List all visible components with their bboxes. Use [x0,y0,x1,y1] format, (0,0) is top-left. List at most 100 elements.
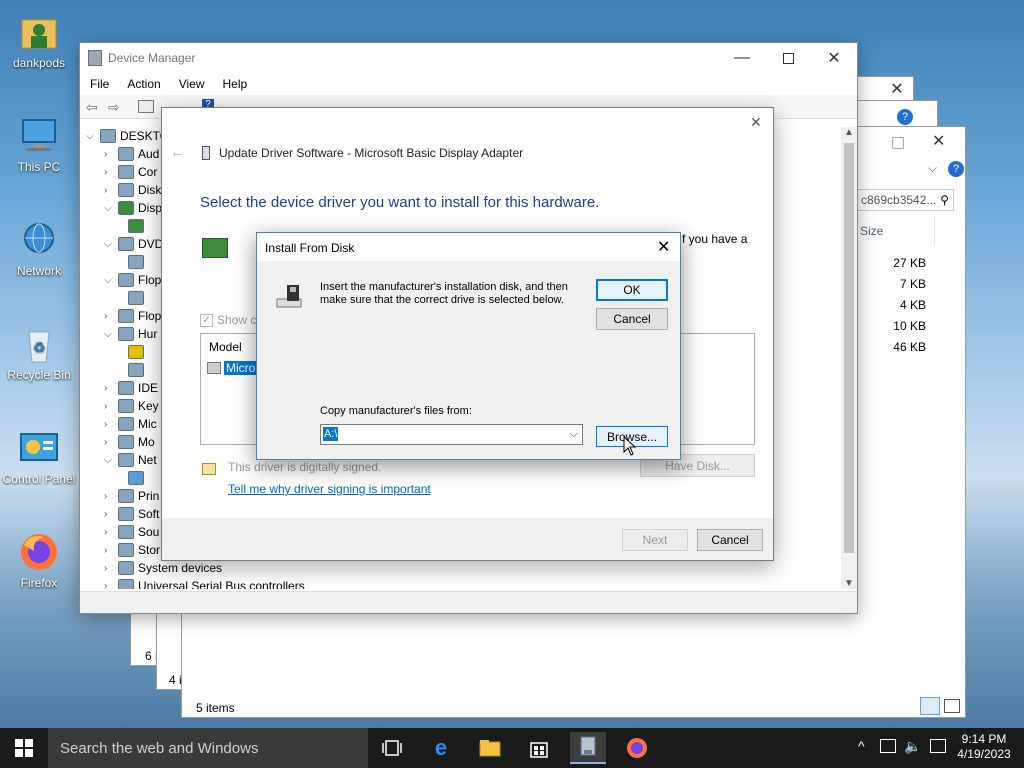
cancel-button[interactable]: Cancel [697,529,763,551]
collapse-icon[interactable]: ⌵ [104,455,116,466]
scroll-down-icon[interactable]: ▼ [841,578,857,589]
expand-icon[interactable]: › [104,167,116,178]
desktop-icon-dankpods[interactable]: dankpods [0,10,78,70]
forward-arrow-icon[interactable]: ⇨ [108,99,120,116]
search-box[interactable]: c869cb3542... ⚲ [856,189,954,211]
expand-icon[interactable]: › [104,419,116,430]
network-tray-icon[interactable] [880,739,896,753]
tree-item-software[interactable]: › Soft [104,505,159,523]
desktop-icon-control-panel[interactable]: Control Panel [0,426,78,486]
tree-item-computer[interactable]: › Cor [104,163,157,181]
expand-icon[interactable]: › [104,401,116,412]
tree-item-audio[interactable]: › Aud [104,145,159,163]
expand-icon[interactable]: › [104,491,116,502]
model-item[interactable]: Micro [207,361,258,375]
title-bar[interactable]: Install From Disk ✕ [257,233,680,261]
start-button[interactable] [8,732,40,764]
menu-help[interactable]: Help [223,77,248,91]
model-header[interactable]: Model [209,340,242,354]
store-icon[interactable] [523,732,555,764]
expand-icon[interactable]: › [104,509,116,520]
properties-icon[interactable] [138,100,154,113]
install-from-disk-dialog[interactable]: Install From Disk ✕ Insert the manufactu… [256,232,681,460]
next-button[interactable]: Next [622,529,688,551]
vertical-scrollbar[interactable]: ▲ ▼ [841,127,857,589]
details-view-icon[interactable] [920,697,940,715]
expand-icon[interactable]: › [104,527,116,538]
driver-signing-link[interactable]: Tell me why driver signing is important [228,482,431,496]
file-explorer-icon[interactable] [474,732,506,764]
firefox-taskbar-icon[interactable] [621,732,653,764]
collapse-icon[interactable]: ⌵ [104,329,116,340]
tree-item-system-devices[interactable]: › System devices [104,559,222,577]
collapse-icon[interactable]: ⌵ [104,239,116,250]
path-combobox[interactable]: A:\ ⌵ [320,424,583,445]
action-center-icon[interactable] [930,739,946,753]
search-input[interactable]: c869cb3542... [861,193,936,207]
expand-icon[interactable]: › [104,149,116,160]
help-icon[interactable]: ? [948,161,964,177]
scrollbar-thumb[interactable] [844,143,854,553]
tree-item-mice[interactable]: › Mic [104,415,157,433]
tree-item-network-child[interactable] [126,469,148,487]
desktop-icon-firefox[interactable]: Firefox [0,530,78,590]
cancel-button[interactable]: Cancel [596,308,668,330]
desktop-icon-recycle-bin[interactable]: ♻ Recycle Bin [0,322,78,382]
tree-item-dvd-child[interactable] [126,253,148,271]
taskbar-search[interactable]: Search the web and Windows [48,728,368,768]
column-header-size[interactable]: Size [860,224,883,238]
close-icon[interactable]: ✕ [657,237,670,257]
menu-view[interactable]: View [179,77,205,91]
device-manager-taskbar-icon[interactable] [570,732,606,764]
tree-item-ide[interactable]: › IDE [104,379,158,397]
desktop-icon-network[interactable]: Network [0,218,78,278]
expand-icon[interactable]: ⌵ [86,131,98,142]
tree-item-hid-child[interactable] [126,361,148,379]
scroll-up-icon[interactable]: ▲ [841,127,857,138]
collapse-icon[interactable]: ⌵ [104,203,116,214]
tree-item-keyboards[interactable]: › Key [104,397,159,415]
close-button[interactable]: ✕ [811,43,857,73]
expand-icon[interactable]: › [104,437,116,448]
close-icon[interactable]: ✕ [932,131,945,151]
ok-button[interactable]: OK [596,279,668,301]
tree-item-print-queues[interactable]: › Prin [104,487,159,505]
tree-item-hid-child[interactable] [126,343,148,361]
clock[interactable]: 9:14 PM 4/19/2023 [956,732,1012,762]
close-icon[interactable]: ✕ [750,114,762,131]
show-hidden-icons[interactable]: ^ [858,738,865,754]
volume-icon[interactable]: 🔈 [904,738,921,755]
help-icon[interactable]: ? [897,109,913,125]
expand-icon[interactable]: › [104,563,116,574]
show-compatible-checkbox[interactable]: ✓ Show c [200,313,256,327]
path-input[interactable]: A:\ [323,427,339,441]
maximize-icon[interactable] [892,137,904,149]
minimize-button[interactable]: — [719,43,765,73]
checkbox-box[interactable]: ✓ [200,313,213,327]
tree-item-storage[interactable]: › Stor [104,541,160,559]
tree-item-usb[interactable]: › Universal Serial Bus controllers [104,577,305,589]
expand-icon[interactable]: › [104,185,116,196]
menu-action[interactable]: Action [127,77,160,91]
chevron-down-icon[interactable]: ⌵ [570,428,578,441]
desktop-icon-this-pc[interactable]: This PC [0,114,78,174]
tree-item-monitors[interactable]: › Mo [104,433,155,451]
back-arrow-icon[interactable]: ← [170,144,184,160]
menu-file[interactable]: File [90,77,109,91]
tree-item-display-child[interactable] [126,217,148,235]
collapse-icon[interactable]: ⌵ [104,275,116,286]
task-view-icon[interactable] [376,732,408,764]
tree-item-network[interactable]: ⌵ Net [104,451,157,469]
tree-item-root[interactable]: ⌵ DESKTO [86,127,169,145]
expand-icon[interactable]: › [104,311,116,322]
chevron-down-icon[interactable]: ⌵ [928,161,937,176]
search-input[interactable]: Search the web and Windows [60,740,258,757]
tree-item-display[interactable]: ⌵ Disp [104,199,162,217]
tree-item-floppy-disk[interactable]: ⌵ Flop [104,271,161,289]
tree-item-disk[interactable]: › Disk [104,181,161,199]
expand-icon[interactable]: › [104,545,116,556]
tree-item-floppy-controller[interactable]: › Flop [104,307,161,325]
tree-item-hid[interactable]: ⌵ Hur [104,325,157,343]
edge-icon[interactable]: e [425,732,457,764]
maximize-button[interactable] [765,43,811,73]
